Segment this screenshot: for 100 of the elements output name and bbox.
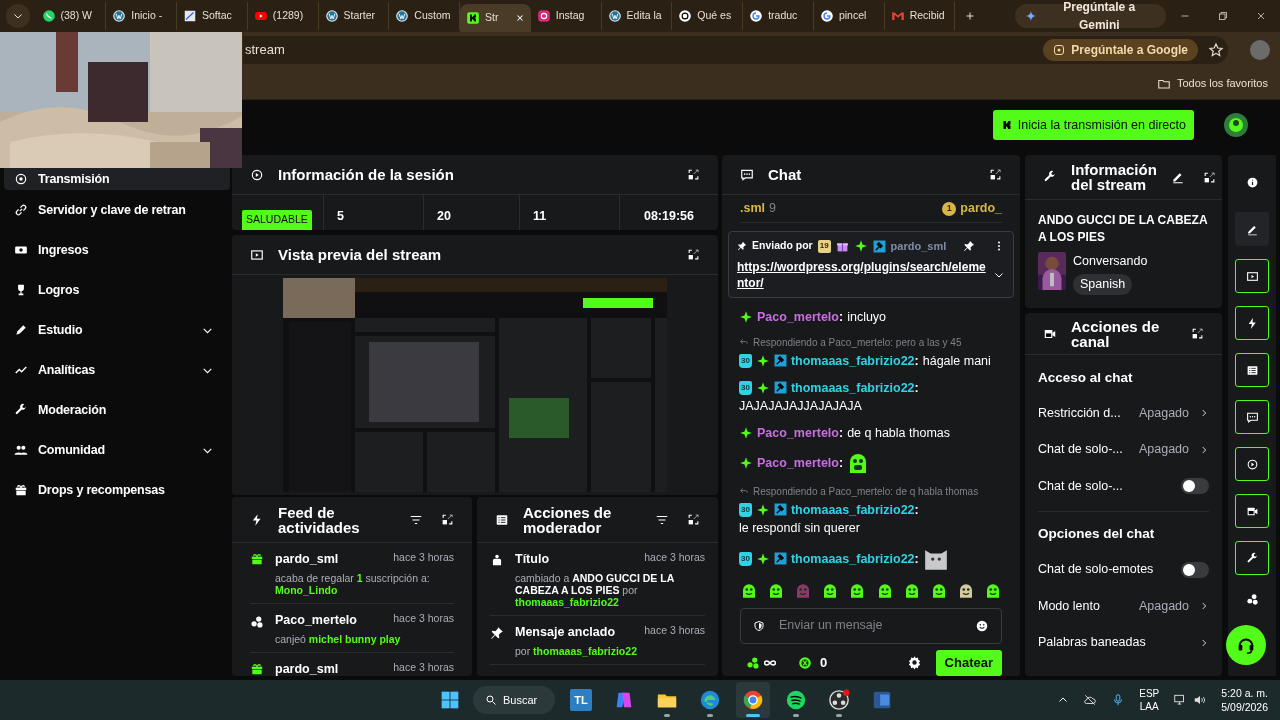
sidebar-item[interactable]: Logros <box>4 270 230 310</box>
colon-separator: : <box>839 308 844 326</box>
gifter-badge: 19 <box>817 239 831 253</box>
expand-icon[interactable] <box>441 513 454 526</box>
browser-tab[interactable]: (1289) <box>247 2 319 30</box>
sidebar-item[interactable]: Drops y recompensas <box>4 470 230 510</box>
pin-icon <box>737 241 747 252</box>
dock-button[interactable] <box>1235 353 1269 387</box>
user-avatar[interactable] <box>1224 113 1248 137</box>
word-icon <box>871 689 893 711</box>
browser-tab[interactable]: Softac <box>177 2 248 30</box>
browser-tab[interactable]: Qué es <box>672 2 744 30</box>
address-bar[interactable]: stream Pregúntale a Google <box>243 36 1228 64</box>
expand-icon[interactable] <box>687 248 700 261</box>
browser-tab[interactable]: Inicio - <box>106 2 178 30</box>
chrome-icon <box>742 689 764 711</box>
message-field[interactable]: Enviar un mensaje <box>740 607 1002 644</box>
bookmark-folder[interactable]: Todos los favoritos <box>1156 75 1268 92</box>
browser-tab[interactable]: Edita la <box>601 2 673 30</box>
toggle-switch[interactable] <box>1181 561 1209 578</box>
sidebar-item[interactable]: Transmisión <box>4 168 230 190</box>
username: pardo_ <box>960 200 1002 218</box>
sidebar-item[interactable]: Analíticas <box>4 350 230 390</box>
restore-icon[interactable] <box>1217 10 1230 22</box>
expand-icon[interactable] <box>1191 327 1204 340</box>
message-text: incluyo <box>847 308 887 326</box>
bookmark-star-icon[interactable] <box>1208 42 1224 58</box>
pinned-link[interactable]: https://wordpress.org/plugins/search/elementor/ <box>737 258 987 291</box>
browser-tab[interactable]: Recibid <box>884 2 956 30</box>
emoji-icon[interactable] <box>975 618 989 633</box>
toggle-switch[interactable] <box>1181 478 1209 495</box>
setting-row[interactable]: Chat de solo-... Apagado <box>1038 431 1209 468</box>
profile-avatar[interactable] <box>1250 40 1270 60</box>
new-tab-icon[interactable] <box>964 10 977 22</box>
speaker-icon[interactable] <box>1193 693 1208 707</box>
dock-button[interactable] <box>1235 541 1269 575</box>
browser-tab[interactable]: pincel <box>813 2 885 30</box>
timestamp: hace 3 horas <box>644 550 705 565</box>
sidebar-item[interactable]: Servidor y clave de retran <box>4 190 230 230</box>
reply-context: Respondiendo a Paco_mertelo: de q habla thomas <box>753 484 979 499</box>
expand-icon[interactable] <box>989 168 1002 181</box>
kick-coin-icon <box>798 655 812 670</box>
settings-icon[interactable] <box>906 655 922 670</box>
message-text: le respondí sin querer <box>739 519 860 537</box>
browser-tab[interactable]: Str <box>460 4 531 32</box>
stream-tag[interactable]: Spanish <box>1073 273 1133 295</box>
input-language[interactable]: ESP LAA <box>1139 687 1160 713</box>
gemini-button[interactable]: Pregúntale a Gemini <box>1014 4 1167 28</box>
dock-button[interactable] <box>1235 494 1269 528</box>
chevron-right-icon <box>1199 601 1209 612</box>
emote-icon[interactable] <box>984 581 1002 600</box>
browser-tab[interactable]: Starter <box>318 2 390 30</box>
emote-icon[interactable] <box>740 581 758 600</box>
expand-icon[interactable] <box>687 513 700 526</box>
colon-separator: : <box>839 424 844 442</box>
activity-detail: canjeó michel bunny play <box>275 632 402 645</box>
start-icon[interactable] <box>440 690 460 710</box>
sidebar-item[interactable]: Ingresos <box>4 230 230 270</box>
moderator-badge-icon <box>773 381 787 394</box>
go-live-button[interactable]: Inicia la transmisión en directo <box>992 110 1194 140</box>
shield-icon <box>753 619 765 632</box>
panel-title: Acciones de canal <box>1071 318 1161 349</box>
clock[interactable]: 5:20 a. m. 5/09/2026 <box>1221 686 1268 714</box>
send-button[interactable]: Chatear <box>935 649 1002 676</box>
browser-tab[interactable]: traduc <box>743 2 814 30</box>
colon-separator: : <box>914 501 919 519</box>
dock-button[interactable] <box>1235 259 1269 293</box>
help-button[interactable] <box>1226 625 1266 665</box>
cloud-off-icon[interactable] <box>1083 693 1098 707</box>
setting-row[interactable]: Palabras baneadas <box>1038 624 1209 661</box>
dock-button[interactable] <box>1235 306 1269 340</box>
site-icon <box>41 9 56 23</box>
expand-icon[interactable] <box>687 168 700 181</box>
message-text: de q habla thomas <box>847 424 950 442</box>
taskbar-search[interactable]: Buscar <box>473 686 555 714</box>
sidebar-item[interactable]: Moderación <box>4 390 230 430</box>
site-icon <box>678 9 693 23</box>
edit-icon[interactable] <box>1170 170 1185 184</box>
moderator-badge-icon <box>773 503 787 516</box>
message-text: JAJAJAJAJJAJAJAJA <box>739 397 862 415</box>
taskbar-app[interactable] <box>736 682 770 718</box>
play-icon <box>1245 457 1259 471</box>
sidebar-item[interactable]: Comunidad <box>4 430 230 470</box>
dock-button[interactable] <box>1235 447 1269 481</box>
taskbar-app[interactable]: TL <box>564 682 598 718</box>
sidebar-item[interactable]: Estudio <box>4 310 230 350</box>
setting-row[interactable]: Modo lento Apagado <box>1038 588 1209 625</box>
subscriber-badge: 30 <box>739 502 752 517</box>
ask-google-chip[interactable]: Pregúntale a Google <box>1043 39 1198 61</box>
setting-row[interactable]: Restricción d... Apagado <box>1038 395 1209 432</box>
expand-icon[interactable] <box>1202 170 1216 184</box>
moderator-badge-icon <box>872 239 886 253</box>
message-input[interactable]: Enviar un mensaje <box>779 616 961 635</box>
subscriber-badge: 30 <box>739 551 752 566</box>
browser-tab[interactable]: (38) W <box>35 2 107 30</box>
username: Paco_mertelo <box>757 308 839 326</box>
browser-tab[interactable]: Instag <box>530 2 602 30</box>
dock-button[interactable] <box>1235 400 1269 434</box>
username: pardo_sml <box>275 660 339 676</box>
unpin-icon[interactable] <box>963 240 975 253</box>
